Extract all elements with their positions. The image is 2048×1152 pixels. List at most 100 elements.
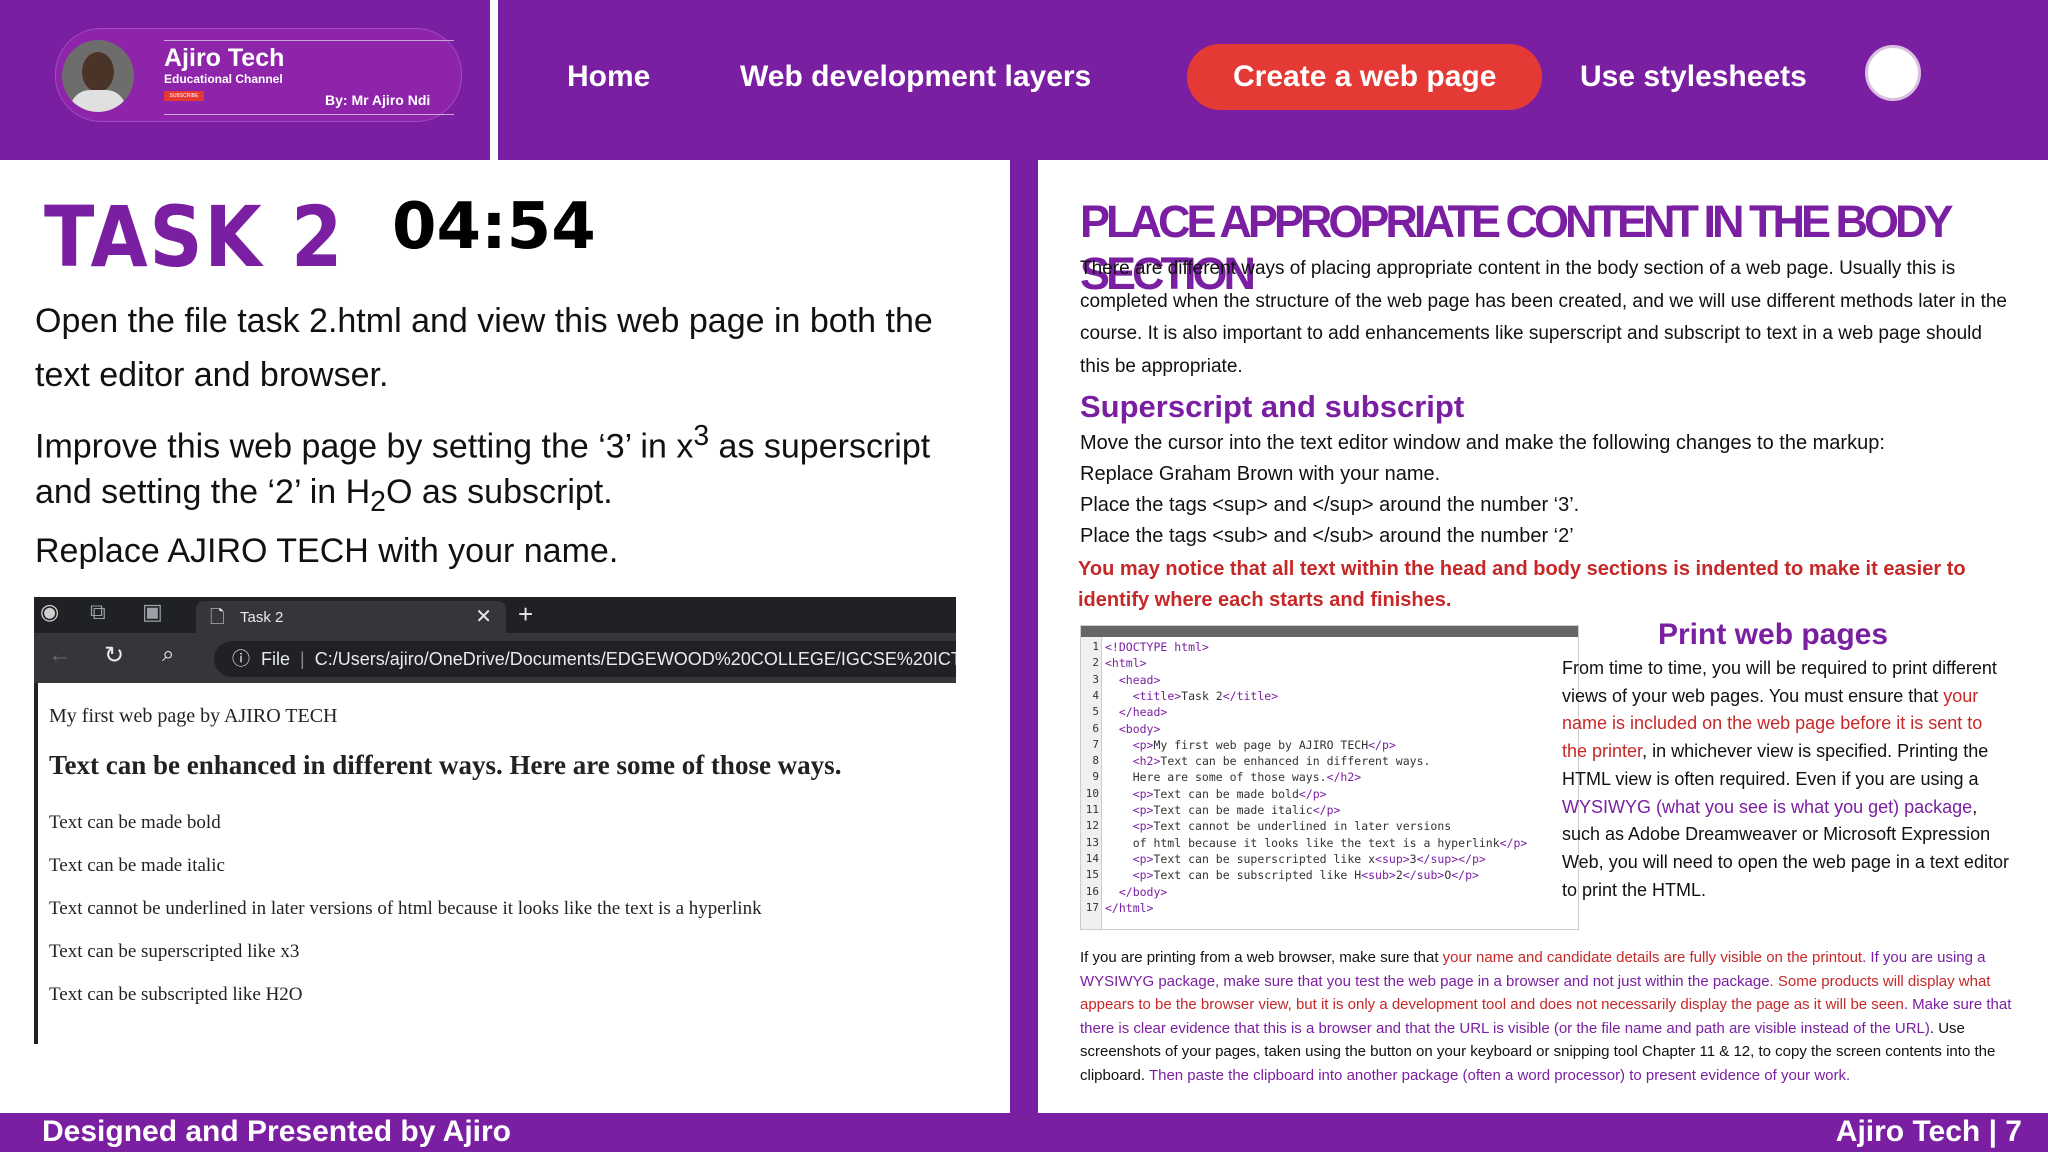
code-line: <head> xyxy=(1118,672,1161,687)
bullet-item: Place the tags <sub> and </sub> around t… xyxy=(1080,525,1574,547)
code-line: <p>My first web page by AJIRO TECH</p> xyxy=(1132,737,1396,752)
printing-note: If you are printing from a web browser, … xyxy=(1080,946,2025,1087)
refresh-icon[interactable]: ↻ xyxy=(104,641,124,670)
code-editor-screenshot: 1 <!DOCTYPE html> 2 <html> 3 <head> 4 <title>… xyxy=(1080,625,1579,930)
superscript-3: 3 xyxy=(693,420,710,452)
code-line: </html> xyxy=(1105,900,1154,915)
code-line-number: 13 xyxy=(1085,835,1099,849)
avatar xyxy=(62,40,134,112)
new-tab-icon[interactable]: + xyxy=(518,599,533,630)
code-editor-title-bar xyxy=(1081,626,1578,637)
code-line-number: 17 xyxy=(1085,900,1099,914)
note-text-red-1: your name and candidate details are full… xyxy=(1442,949,1863,966)
subscribe-button[interactable]: SUBSCRIBE xyxy=(164,91,204,101)
info-icon[interactable]: ⓘ xyxy=(232,649,250,669)
profile-icon[interactable]: ◉ xyxy=(40,599,59,625)
brand-area: Ajiro Tech Educational Channel SUBSCRIBE… xyxy=(0,0,490,160)
code-line-number: 3 xyxy=(1092,672,1099,686)
code-line: of html because it looks like the text i… xyxy=(1105,835,1528,850)
code-line: <p>Text can be superscripted like x<sup>… xyxy=(1132,851,1486,866)
task-instruction-1: Open the file task 2.html and view this … xyxy=(35,302,933,394)
url-text: C:/Users/ajiro/OneDrive/Documents/EDGEWO… xyxy=(314,649,956,669)
indentation-note: You may notice that all text within the … xyxy=(1078,558,1966,611)
url-scheme: File xyxy=(261,649,291,669)
browser-tab[interactable]: 🗋 Task 2 ✕ xyxy=(196,601,506,633)
brand-name: Ajiro Tech xyxy=(164,44,285,72)
bullet-item: Replace Graham Brown with your name. xyxy=(1080,463,1441,485)
note-text-purple-3: Then paste the clipboard into another pa… xyxy=(1148,1066,1851,1084)
code-line: <p>Text can be made bold</p> xyxy=(1132,786,1327,801)
instruction-2-part-a: Improve this web page by setting the ‘3’… xyxy=(35,427,694,466)
page-text-line: Text can be superscripted like x3 xyxy=(49,941,300,962)
code-line-number: 7 xyxy=(1092,737,1099,751)
nav-circle-button[interactable] xyxy=(1865,45,1921,101)
task-title: TASK 2 xyxy=(44,188,345,286)
code-line-number: 2 xyxy=(1092,656,1099,670)
subheading-superscript-subscript: Superscript and subscript xyxy=(1080,389,1465,424)
code-line-number: 9 xyxy=(1092,770,1099,784)
browser-tab-bar: ◉ ⧉ ▣ 🗋 Task 2 ✕ + xyxy=(34,597,956,633)
print-text-purple: WYSIWYG (what you see is what you get) p… xyxy=(1562,796,1973,817)
code-line-number: 5 xyxy=(1092,705,1099,719)
url-separator: | xyxy=(300,649,305,669)
nav-web-development-layers[interactable]: Web development layers xyxy=(740,44,1091,110)
subscript-2: 2 xyxy=(370,486,386,519)
brand-author: By: Mr Ajiro Ndi xyxy=(325,92,431,108)
browser-screenshot: ◉ ⧉ ▣ 🗋 Task 2 ✕ + ← ↻ ⌕ ⓘ File | C:/Users… xyxy=(34,597,956,1044)
note-text-a: If you are printing from a web browser, … xyxy=(1080,949,1443,966)
code-line: <html> xyxy=(1105,656,1147,671)
page-text-line: Text cannot be underlined in later versi… xyxy=(49,898,762,919)
code-line-number: 16 xyxy=(1085,884,1099,898)
instruction-2-part-c: O as subscript. xyxy=(385,473,613,512)
code-line-number: 8 xyxy=(1092,754,1099,768)
search-icon[interactable]: ⌕ xyxy=(162,641,174,667)
code-line-number: 6 xyxy=(1092,721,1099,735)
code-line: <h2>Text can be enhanced in different wa… xyxy=(1132,754,1431,769)
instruction-text: Move the cursor into the text editor win… xyxy=(1080,432,1885,454)
task-instruction-3: Replace AJIRO TECH with your name. xyxy=(35,532,619,570)
footer-credit: Designed and Presented by Ajiro xyxy=(42,1115,511,1148)
collections-icon[interactable]: ⧉ xyxy=(90,599,106,625)
intro-paragraph: There are different ways of placing appr… xyxy=(1080,258,2007,377)
code-line-number: 1 xyxy=(1092,640,1099,653)
code-line-number: 4 xyxy=(1092,688,1099,702)
code-line: Here are some of those ways.</h2> xyxy=(1105,770,1362,785)
code-line: </body> xyxy=(1118,884,1168,899)
brand-subtitle: Educational Channel xyxy=(164,72,283,86)
page-text-line: Text can be made italic xyxy=(49,855,225,876)
code-line: </head> xyxy=(1118,705,1168,720)
page-text-line: Text can be subscripted like H2O xyxy=(49,984,303,1005)
nav-create-web-page[interactable]: Create a web page xyxy=(1187,44,1543,110)
code-line: <title>Task 2</title> xyxy=(1132,688,1279,703)
avatar-face xyxy=(82,52,114,92)
url-bar[interactable]: ⓘ File | C:/Users/ajiro/OneDrive/Documents… xyxy=(214,641,956,677)
page-icon: 🗋 xyxy=(210,607,225,627)
code-line-number: 14 xyxy=(1085,851,1099,865)
code-line-number: 12 xyxy=(1085,819,1099,833)
countdown-timer: 04:54 xyxy=(392,190,596,264)
bullet-item: Place the tags <sup> and </sup> around t… xyxy=(1080,494,1580,516)
back-icon[interactable]: ← xyxy=(48,641,72,669)
code-line-number: 11 xyxy=(1085,803,1099,816)
header-divider xyxy=(490,0,498,160)
brand-divider-top xyxy=(164,40,454,41)
print-text-a: From time to time, you will be required … xyxy=(1562,658,1997,706)
code-line: <body> xyxy=(1118,721,1161,736)
task-instruction-2: Improve this web page by setting the ‘3’… xyxy=(35,413,995,525)
nav-home[interactable]: Home xyxy=(567,44,650,110)
code-line: <!DOCTYPE html> xyxy=(1105,640,1209,654)
close-icon[interactable]: ✕ xyxy=(475,604,492,629)
browser-tab-title: Task 2 xyxy=(240,609,284,626)
nav-use-stylesheets[interactable]: Use stylesheets xyxy=(1580,44,1807,110)
page-text-line: My first web page by AJIRO TECH xyxy=(49,705,338,727)
browser-window-edge xyxy=(34,683,38,1044)
code-line: <p>Text can be subscripted like H<sub>2<… xyxy=(1132,868,1479,883)
brand-divider-bottom xyxy=(164,114,454,115)
print-paragraph: From time to time, you will be required … xyxy=(1562,655,2012,904)
code-line-number: 10 xyxy=(1085,786,1099,800)
footer-page-number: Ajiro Tech | 7 xyxy=(1835,1115,2022,1148)
page-text-line: Text can be made bold xyxy=(49,812,221,833)
code-line: <p>Text cannot be underlined in later ve… xyxy=(1132,819,1452,834)
tab-actions-icon[interactable]: ▣ xyxy=(142,599,163,625)
code-line: <p>Text can be made italic</p> xyxy=(1132,803,1341,817)
